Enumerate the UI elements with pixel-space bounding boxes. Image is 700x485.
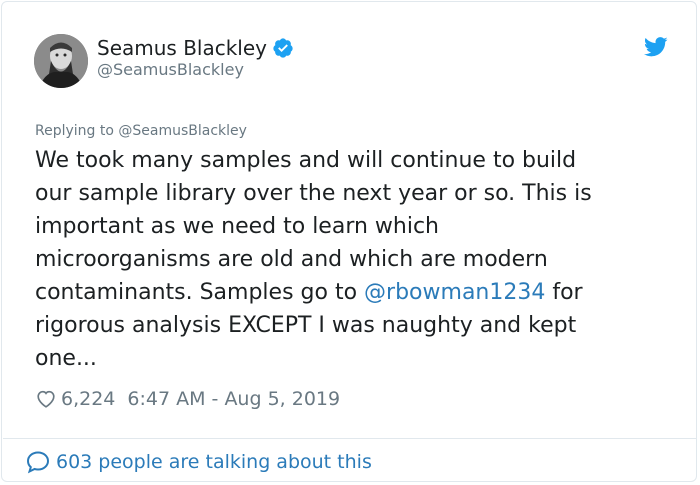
tweet-line: microorganisms are old and which are mod… — [35, 247, 548, 272]
mention-link[interactable]: @rbowman1234 — [364, 280, 545, 305]
tweet-meta-row: 6,224 6:47 AM - Aug 5, 2019 — [35, 386, 340, 412]
replying-to-label[interactable]: Replying to @SeamusBlackley — [35, 121, 247, 141]
divider — [3, 438, 697, 439]
tweet-line: one... — [35, 346, 97, 371]
tweet-line: important as we need to learn which — [35, 214, 440, 239]
tweet-line: We took many samples and will continue t… — [35, 148, 577, 173]
tweet-line-text: contaminants. Samples go to — [35, 280, 365, 305]
twitter-bird-icon[interactable] — [644, 36, 668, 58]
heart-icon[interactable] — [35, 388, 57, 410]
verified-badge-icon — [273, 38, 293, 58]
like-count[interactable]: 6,224 — [61, 388, 115, 410]
author-display-name[interactable]: Seamus Blackley — [97, 35, 267, 61]
conversation-label[interactable]: 603 people are talking about this — [56, 451, 372, 473]
tweet-line: our sample library over the next year or… — [35, 181, 592, 206]
tweet-body: We took many samples and will continue t… — [35, 144, 675, 375]
author-name-row[interactable]: Seamus Blackley — [97, 35, 294, 61]
tweet-card: Seamus Blackley @SeamusBlackley Replying… — [1, 1, 697, 482]
tweet-timestamp[interactable]: 6:47 AM - Aug 5, 2019 — [127, 388, 340, 410]
avatar-portrait — [34, 34, 88, 88]
conversation-link[interactable]: 603 people are talking about this — [25, 449, 372, 475]
tweet-line: rigorous analysis EXCEPT I was naughty a… — [35, 313, 577, 338]
tweet-line-text: for — [545, 280, 583, 305]
author-handle[interactable]: @SeamusBlackley — [97, 60, 244, 80]
avatar[interactable] — [34, 34, 88, 88]
speech-bubble-icon — [26, 451, 50, 474]
tweet-line-with-mention: contaminants. Samples go to @rbowman1234… — [35, 276, 675, 309]
